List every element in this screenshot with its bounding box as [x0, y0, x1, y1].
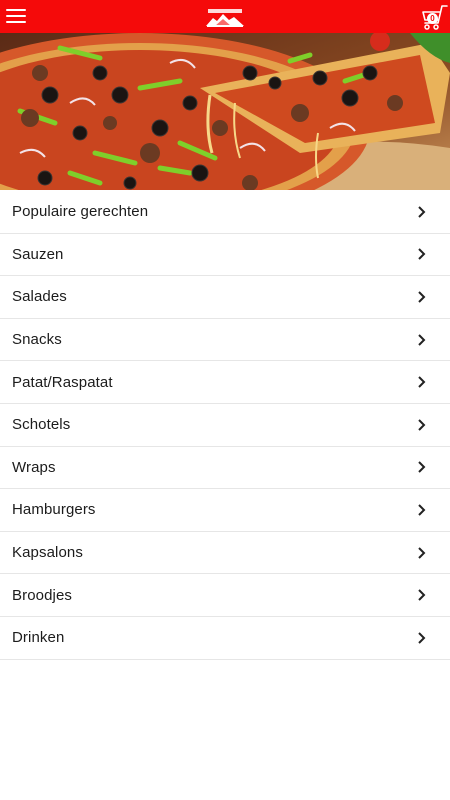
category-label: Snacks — [12, 331, 62, 349]
chevron-right-icon — [418, 419, 426, 431]
chevron-right-icon — [418, 206, 426, 218]
category-label: Patat/Raspatat — [12, 373, 113, 391]
category-list: Populaire gerechten Sauzen Salades Snack… — [0, 191, 450, 660]
category-item[interactable]: Sauzen — [0, 234, 450, 277]
chevron-right-icon — [418, 504, 426, 516]
top-app-bar: 0 — [0, 0, 450, 33]
category-label: Salades — [12, 288, 67, 306]
category-item[interactable]: Salades — [0, 276, 450, 319]
chevron-right-icon — [418, 333, 426, 346]
cart-count-badge: 0 — [427, 13, 438, 24]
chevron-right-icon — [418, 248, 426, 261]
category-item[interactable]: Wraps — [0, 447, 450, 490]
category-label: Hamburgers — [12, 501, 96, 519]
chevron-right-icon — [418, 291, 426, 303]
category-label: Drinken — [12, 629, 65, 647]
category-label: Schotels — [12, 416, 71, 434]
hamburger-menu-icon — [6, 9, 28, 23]
cart-button[interactable]: 0 — [420, 4, 448, 31]
category-label: Kapsalons — [12, 544, 83, 562]
pizza-photo — [0, 33, 450, 190]
chevron-right-icon — [418, 376, 426, 388]
category-label: Wraps — [12, 458, 56, 476]
category-item[interactable]: Hamburgers — [0, 489, 450, 532]
category-item[interactable]: Snacks — [0, 319, 450, 362]
pizza-logo — [206, 9, 244, 27]
chevron-right-icon — [418, 461, 426, 474]
category-item[interactable]: Broodjes — [0, 574, 450, 617]
category-label: Sauzen — [12, 245, 64, 263]
category-item[interactable]: Drinken — [0, 617, 450, 660]
chevron-right-icon — [418, 632, 426, 644]
category-label: Populaire gerechten — [12, 203, 149, 221]
menu-button[interactable] — [6, 9, 28, 25]
category-label: Broodjes — [12, 586, 73, 604]
chevron-right-icon — [418, 589, 426, 601]
category-item[interactable]: Schotels — [0, 404, 450, 447]
hero-banner — [0, 33, 450, 190]
category-item[interactable]: Patat/Raspatat — [0, 361, 450, 404]
chevron-right-icon — [418, 546, 426, 559]
category-item[interactable]: Kapsalons — [0, 532, 450, 575]
category-item[interactable]: Populaire gerechten — [0, 191, 450, 234]
